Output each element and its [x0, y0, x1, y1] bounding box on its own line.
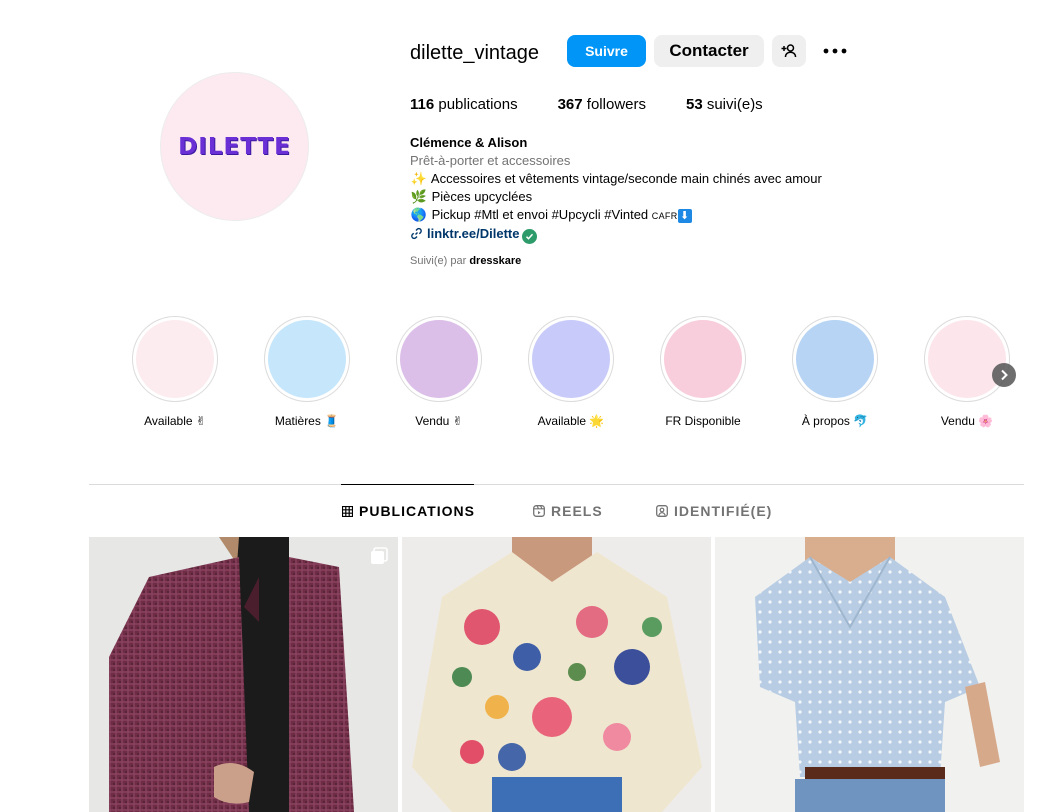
follow-button[interactable]: Suivre [567, 35, 646, 67]
verified-icon [522, 229, 538, 244]
highlight-item[interactable]: Matières 🧵 [264, 316, 350, 428]
suggested-accounts-button[interactable] [772, 35, 806, 67]
highlight-label: À propos 🐬 [801, 414, 869, 428]
followed-by[interactable]: Suivi(e) par dresskare [410, 255, 521, 267]
following-link[interactable]: 53 suivi(e)s [686, 96, 763, 113]
highlight-label: Vendu ✌ [415, 414, 463, 428]
bio-line: 🌿 Pièces upcyclées [410, 189, 533, 204]
highlight-label: Matières 🧵 [274, 414, 340, 428]
reels-icon [533, 505, 545, 517]
highlight-item[interactable]: FR Disponible [660, 316, 746, 428]
multiple-posts-icon [371, 547, 388, 564]
highlight-label: FR Disponible [665, 414, 741, 428]
post-thumbnail[interactable] [715, 537, 1024, 812]
followers-link[interactable]: 367 followers [558, 96, 646, 113]
bio-line: 🌎 Pickup #Mtl et envoi #Upcycli #Vinted … [410, 206, 822, 225]
globe-icon: 🌎 [410, 207, 428, 222]
highlight-item[interactable]: À propos 🐬 [792, 316, 878, 428]
tab-publications[interactable]: PUBLICATIONS [342, 503, 475, 519]
tab-tagged[interactable]: IDENTIFIÉ(E) [656, 503, 772, 519]
profile-full-name: Clémence & Alison [410, 135, 528, 150]
herb-icon: 🌿 [410, 189, 428, 204]
highlights-next-button[interactable] [992, 363, 1016, 387]
post-image [715, 537, 1024, 812]
add-person-icon [781, 44, 797, 58]
sparkles-icon: ✨ [410, 171, 428, 186]
profile-avatar[interactable]: DILETTE [160, 72, 309, 221]
more-options-icon [823, 48, 847, 54]
grid-icon [342, 505, 353, 517]
profile-category: Prêt-à-porter et accessoires [410, 153, 571, 168]
profile-username: dilette_vintage [410, 42, 539, 64]
contact-button[interactable]: Contacter [654, 35, 764, 67]
post-thumbnail[interactable] [402, 537, 711, 812]
post-thumbnail[interactable] [89, 537, 398, 812]
highlight-item[interactable]: Vendu ✌ [396, 316, 482, 428]
avatar-logo-text: DILETTE [178, 133, 291, 160]
bio-link[interactable]: linktr.ee/Dilette [410, 225, 822, 244]
profile-bio: Clémence & Alison Prêt-à-porter et acces… [410, 134, 822, 244]
highlight-item[interactable]: Available 🌟 [528, 316, 614, 428]
highlight-item[interactable]: Available ✌ [132, 316, 218, 428]
bio-line: ✨ Accessoires et vêtements vintage/secon… [410, 171, 822, 186]
tabs-divider [89, 484, 1024, 485]
link-icon [411, 227, 422, 240]
highlight-label: Available 🌟 [537, 414, 605, 428]
tab-reels[interactable]: REELS [533, 503, 603, 519]
post-image [402, 537, 711, 812]
post-image [89, 537, 398, 812]
highlight-label: Vendu 🌸 [940, 414, 994, 428]
posts-count: 116 publications [410, 96, 518, 113]
down-arrow-icon: ⬇ [677, 209, 692, 223]
tagged-icon [656, 505, 668, 517]
highlight-label: Available ✌ [144, 414, 206, 428]
more-options-button[interactable] [820, 38, 850, 64]
active-tab-indicator [341, 484, 474, 485]
profile-stats: 116 publications 367 followers 53 suivi(… [410, 96, 803, 113]
chevron-right-icon [1001, 369, 1008, 381]
